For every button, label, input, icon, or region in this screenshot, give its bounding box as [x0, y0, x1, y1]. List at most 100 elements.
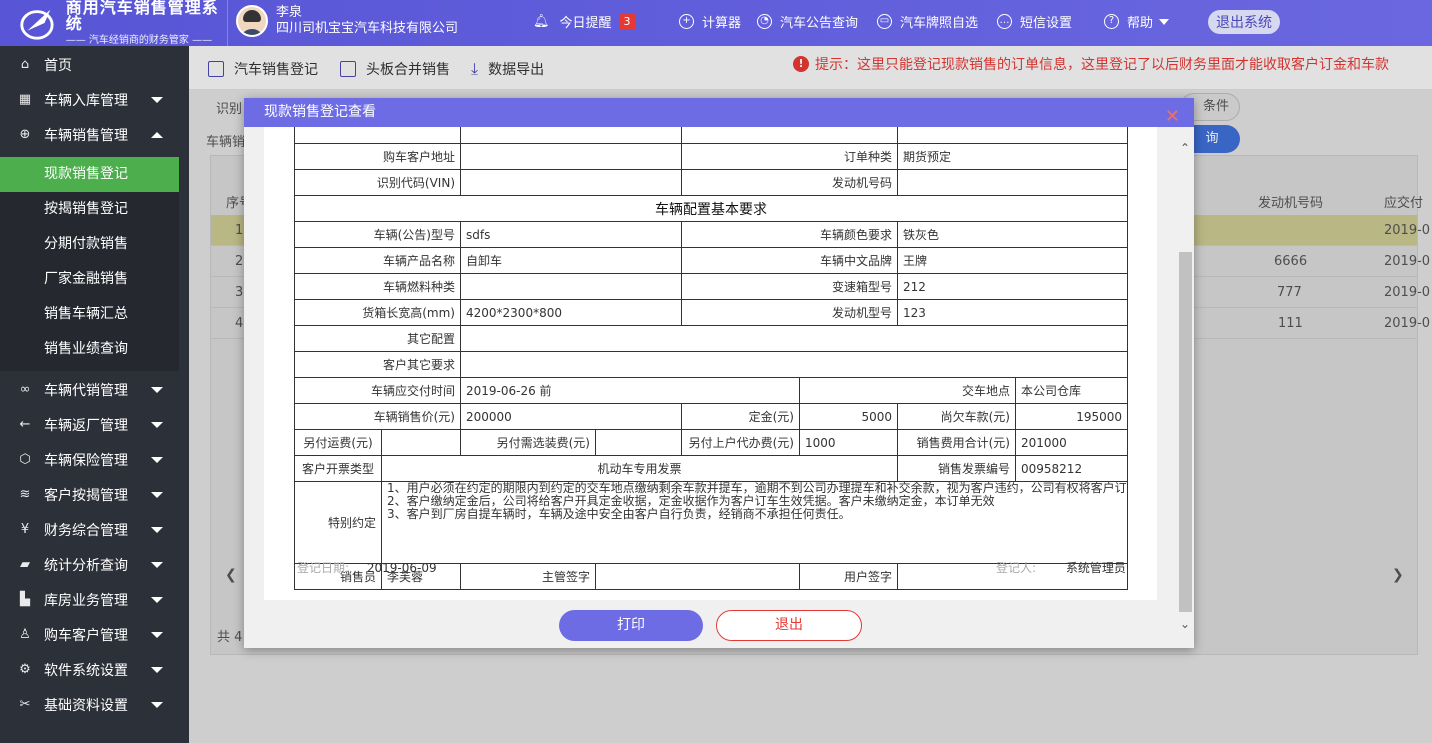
sidebar-subitem-installment-sale[interactable]: 分期付款销售	[0, 227, 179, 262]
chevron-down-icon	[151, 562, 163, 568]
chevron-down-icon	[151, 667, 163, 673]
logout-button[interactable]: 退出系统	[1208, 10, 1280, 34]
sidebar-subitem-mortgage-sale[interactable]: 按揭销售登记	[0, 192, 179, 227]
layers-icon: ≋	[19, 487, 31, 502]
gearbox-value: 212	[897, 273, 1128, 300]
chevron-down-icon	[151, 702, 163, 708]
yen-icon: ¥	[20, 522, 30, 537]
logo-title: 商用汽车销售管理系统	[65, 0, 219, 33]
reminder-button[interactable]: 🔔︎ 今日提醒 3	[533, 12, 636, 31]
sms-button[interactable]: … 短信设置	[997, 12, 1072, 31]
customer-req-value	[460, 351, 1128, 378]
fuel-value	[460, 273, 682, 300]
sidebar-item-finance[interactable]: ¥ 财务综合管理	[0, 512, 189, 547]
logo: 商用汽车销售管理系统 —— 汽车经销商的财务管家 ——	[0, 0, 228, 46]
sidebar-subitem-sales-summary[interactable]: 销售车辆汇总	[0, 297, 179, 332]
sidebar-item-home[interactable]: ⌂ 首页	[0, 47, 189, 82]
dialog-body: 购车客户地址 订单种类 期货预定 识别代码(VIN) 发动机号码 车辆配置基本要…	[264, 127, 1157, 600]
sidebar-item-label: 首页	[44, 57, 72, 74]
sidebar-item-label: 客户按揭管理	[44, 487, 128, 504]
help-button[interactable]: ? 帮助	[1104, 12, 1170, 31]
plate-icon: ▭	[877, 14, 892, 29]
sidebar-item-stock-in[interactable]: ▦ 车辆入库管理	[0, 82, 189, 117]
cube-icon: ⬡	[19, 452, 31, 467]
exit-button[interactable]: 退出	[716, 610, 862, 641]
dialog-header: 现款销售登记查看 ✕	[244, 98, 1194, 127]
vin-label: 识别代码(VIN)	[294, 169, 461, 196]
chevron-down-icon	[151, 527, 163, 533]
sidebar-item-consignment[interactable]: ∞ 车辆代销管理	[0, 372, 189, 407]
chevron-down-icon[interactable]: ⌄	[1180, 617, 1190, 631]
home-icon: ⌂	[20, 57, 30, 72]
sidebar-item-insurance[interactable]: ⬡ 车辆保险管理	[0, 442, 189, 477]
sidebar-item-warehouse[interactable]: ▙ 库房业务管理	[0, 582, 189, 617]
sidebar: ⌂ 首页 ▦ 车辆入库管理 ⊕ 车辆销售管理 现款销售登记 按揭销售登记 分期付款销售…	[0, 46, 189, 743]
sidebar-item-label: 购车客户管理	[44, 627, 128, 644]
announcement-button[interactable]: ◔ 汽车公告查询	[757, 12, 858, 31]
brand-value: 王牌	[897, 247, 1128, 274]
price-value: 200000	[460, 403, 682, 430]
print-button[interactable]: 打印	[559, 610, 703, 641]
deposit-label: 定金(元)	[681, 403, 800, 430]
grid-icon: ▦	[18, 92, 32, 107]
register-date: 登记日期: 2019-06-09	[297, 559, 437, 576]
wrench-icon: ✂	[19, 697, 31, 712]
customer-req-label: 客户其它要求	[294, 351, 461, 378]
sidebar-item-system[interactable]: ⚙ 软件系统设置	[0, 652, 189, 687]
chevron-down-icon	[151, 422, 163, 428]
avatar[interactable]	[236, 5, 268, 37]
sidebar-subitem-finance-sale[interactable]: 厂家金融销售	[0, 262, 179, 297]
sidebar-item-label: 库房业务管理	[44, 592, 128, 609]
reminder-badge: 3	[618, 13, 636, 30]
sidebar-item-mortgage[interactable]: ≋ 客户按揭管理	[0, 477, 189, 512]
sidebar-subitem-cash-sale[interactable]: 现款销售登记	[0, 157, 179, 192]
bell-icon: 🔔︎	[533, 14, 550, 29]
engine-no-value	[897, 169, 1128, 196]
sidebar-item-statistics[interactable]: ▰ 统计分析查询	[0, 547, 189, 582]
warehouse-icon: ▙	[20, 592, 30, 607]
deposit-value: 5000	[799, 403, 898, 430]
chat-icon: ▰	[20, 557, 30, 572]
balance-label: 尚欠车款(元)	[897, 403, 1016, 430]
registrar: 登记人: 系统管理员	[996, 559, 1126, 576]
cargo-value: 4200*2300*800	[460, 299, 682, 326]
dialog-scrollbar[interactable]: ⌃ ⌄	[1178, 127, 1194, 648]
invoice-no-label: 销售发票编号	[897, 455, 1016, 482]
logo-icon	[20, 9, 54, 40]
sidebar-item-label: 车辆代销管理	[44, 382, 128, 399]
brand-label: 车辆中文品牌	[681, 247, 898, 274]
sidebar-item-customers[interactable]: ♙ 购车客户管理	[0, 617, 189, 652]
sidebar-item-base-data[interactable]: ✂ 基础资料设置	[0, 687, 189, 722]
balance-value: 195000	[1015, 403, 1128, 430]
dialog-title: 现款销售登记查看	[264, 104, 376, 120]
sidebar-item-label: 统计分析查询	[44, 557, 128, 574]
registrar-value: 系统管理员	[1065, 561, 1126, 575]
sidebar-item-sales[interactable]: ⊕ 车辆销售管理	[0, 117, 189, 152]
color-value: 铁灰色	[897, 221, 1128, 248]
product-value: 自卸车	[460, 247, 682, 274]
user-name: 李泉	[276, 5, 303, 20]
chevron-down-icon	[151, 597, 163, 603]
order-type-value: 期货预定	[897, 143, 1128, 170]
arrow-left-icon: ←	[19, 417, 31, 432]
sidebar-item-label: 基础资料设置	[44, 697, 128, 714]
calculator-icon: +	[679, 14, 694, 29]
other-config-value	[460, 325, 1128, 352]
user-icon: ♙	[19, 627, 31, 642]
sidebar-subitem-performance[interactable]: 销售业绩查询	[0, 332, 179, 367]
logo-subtitle: —— 汽车经销商的财务管家 ——	[65, 35, 213, 46]
chevron-up-icon[interactable]: ⌃	[1180, 141, 1190, 155]
delivery-time-label: 车辆应交付时间	[294, 377, 461, 404]
manager-sign-label: 主管签字	[460, 563, 596, 590]
user-info[interactable]: 李泉 四川司机宝宝汽车科技有限公司	[236, 5, 458, 37]
gear-icon: ⚙	[19, 662, 31, 677]
calculator-button[interactable]: + 计算器	[679, 12, 741, 31]
fee-total-label: 销售费用合计(元)	[897, 429, 1016, 456]
cash-sale-view-dialog: 现款销售登记查看 ✕ 购车客户地址 订单种类 期货预定 识别代码(VIN) 发动…	[244, 98, 1194, 648]
scrollbar-thumb[interactable]	[1179, 252, 1192, 612]
freight-label: 另付运费(元)	[294, 429, 382, 456]
sidebar-item-label: 车辆保险管理	[44, 452, 128, 469]
plate-button[interactable]: ▭ 汽车牌照自选	[877, 12, 978, 31]
link-icon: ∞	[19, 382, 31, 397]
sidebar-item-return[interactable]: ← 车辆返厂管理	[0, 407, 189, 442]
